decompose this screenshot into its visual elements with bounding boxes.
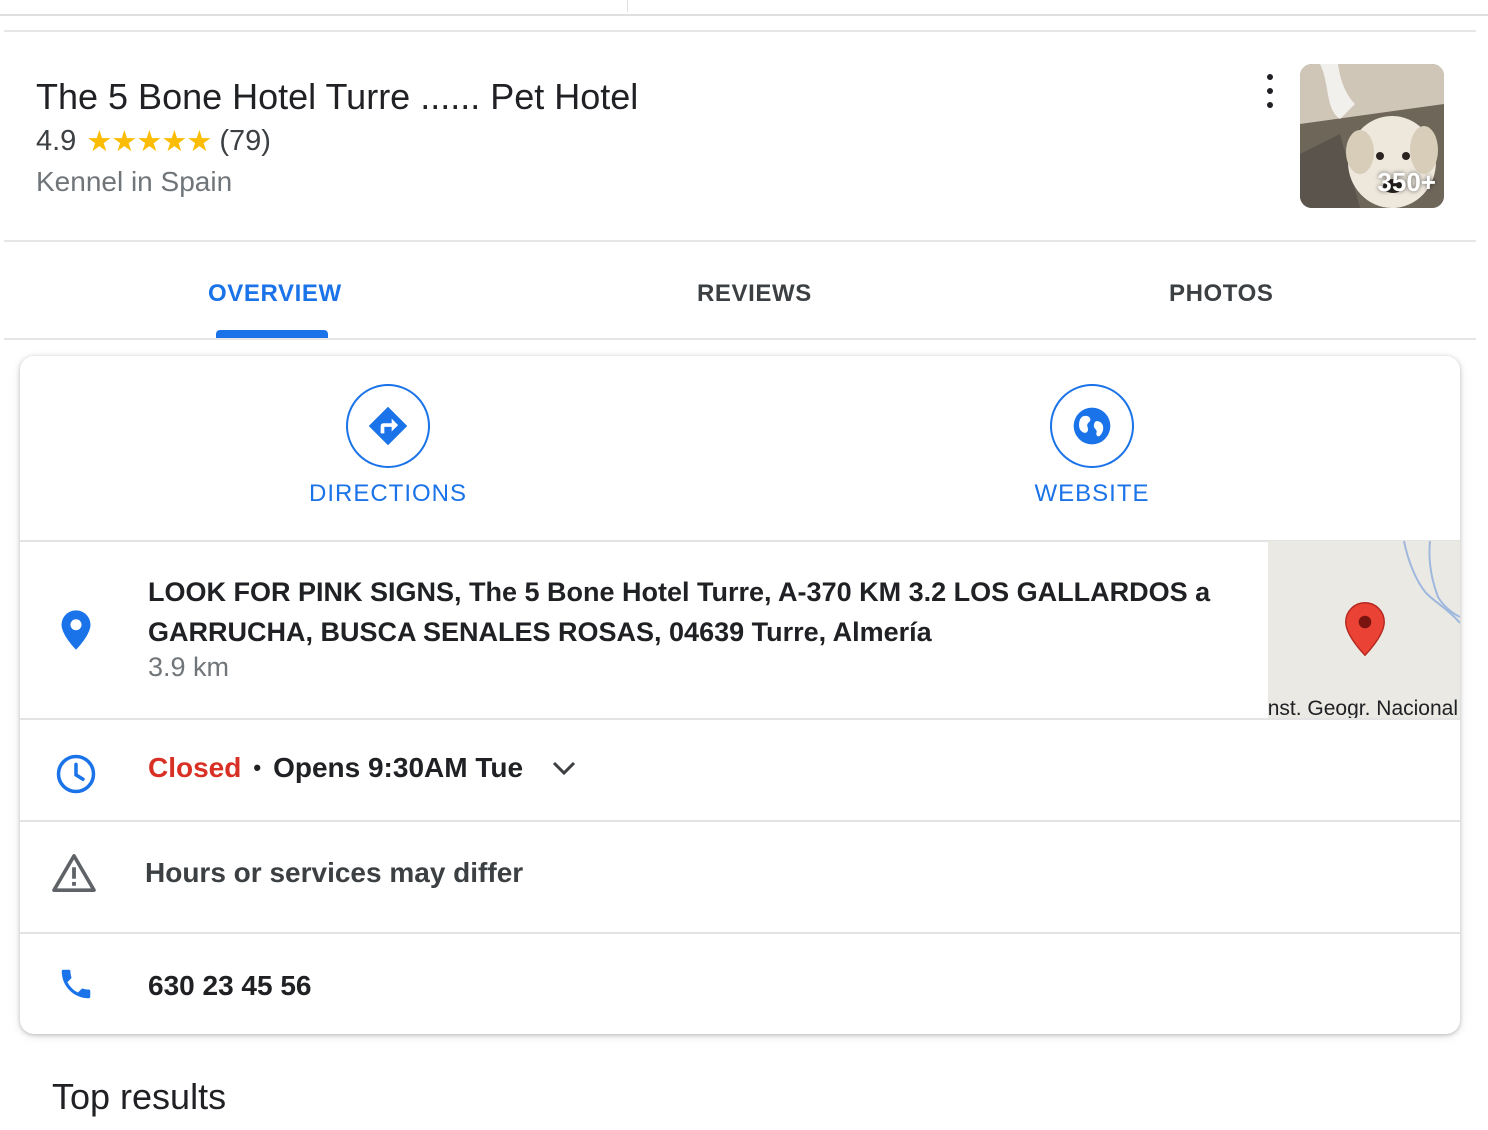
hours-separator: •	[253, 755, 262, 780]
address-text[interactable]: LOOK FOR PINK SIGNS, The 5 Bone Hotel Tu…	[148, 572, 1248, 652]
hours-next-open: Opens 9:30AM Tue	[273, 752, 524, 783]
row-divider	[20, 932, 1460, 934]
tabs-bottom-divider	[4, 338, 1476, 340]
row-divider	[20, 718, 1460, 720]
place-category: Kennel in Spain	[36, 166, 233, 197]
top-results-heading: Top results	[52, 1076, 227, 1117]
directions-circle	[346, 384, 430, 468]
phone-icon	[56, 964, 96, 1004]
tab-photos[interactable]: PHOTOS	[1169, 280, 1274, 308]
top-bar	[0, 0, 1488, 16]
place-photo[interactable]: 350+	[1300, 64, 1444, 208]
chevron-down-icon[interactable]	[551, 759, 577, 777]
directions-icon	[368, 406, 408, 446]
globe-icon	[1073, 407, 1111, 445]
place-title: The 5 Bone Hotel Turre ...... Pet Hotel	[36, 76, 639, 117]
overview-card: DIRECTIONS WEBSITE LOOK FOR PINK SIGNS, …	[20, 356, 1460, 1034]
top-bar-divider	[627, 0, 628, 12]
rating-stars-icon: ★★★★★	[86, 126, 212, 158]
hours-notice: Hours or services may differ	[145, 857, 524, 888]
tab-overview[interactable]: OVERVIEW	[208, 280, 342, 308]
photo-count: 350+	[1377, 167, 1436, 197]
location-pin-icon	[56, 608, 96, 652]
header-divider	[4, 30, 1476, 32]
distance-text: 3.9 km	[148, 652, 230, 682]
rating-row[interactable]: 4.9 ★★★★★ (79)	[36, 124, 271, 159]
more-vert-icon	[1267, 74, 1273, 80]
map-credit: Inst. Geogr. Nacional	[1268, 697, 1458, 718]
row-divider	[20, 540, 1460, 542]
map-pin-icon	[1345, 602, 1385, 657]
row-divider	[20, 820, 1460, 822]
tab-reviews[interactable]: REVIEWS	[697, 280, 812, 308]
website-circle	[1050, 384, 1134, 468]
rating-value: 4.9	[36, 125, 77, 157]
more-options-button[interactable]	[1258, 74, 1282, 108]
warning-icon	[50, 852, 98, 894]
hours-status: Closed	[148, 752, 242, 783]
website-label: WEBSITE	[1034, 480, 1150, 507]
hours-row[interactable]: Closed • Opens 9:30AM Tue	[148, 752, 577, 784]
tab-active-indicator	[216, 330, 328, 338]
map-thumbnail[interactable]: Inst. Geogr. Nacional	[1268, 541, 1460, 718]
directions-label: DIRECTIONS	[308, 480, 467, 507]
clock-icon	[54, 752, 98, 796]
review-count[interactable]: (79)	[219, 125, 271, 158]
tabs-top-divider	[4, 240, 1476, 242]
phone-number[interactable]: 630 23 45 56	[148, 970, 312, 1002]
